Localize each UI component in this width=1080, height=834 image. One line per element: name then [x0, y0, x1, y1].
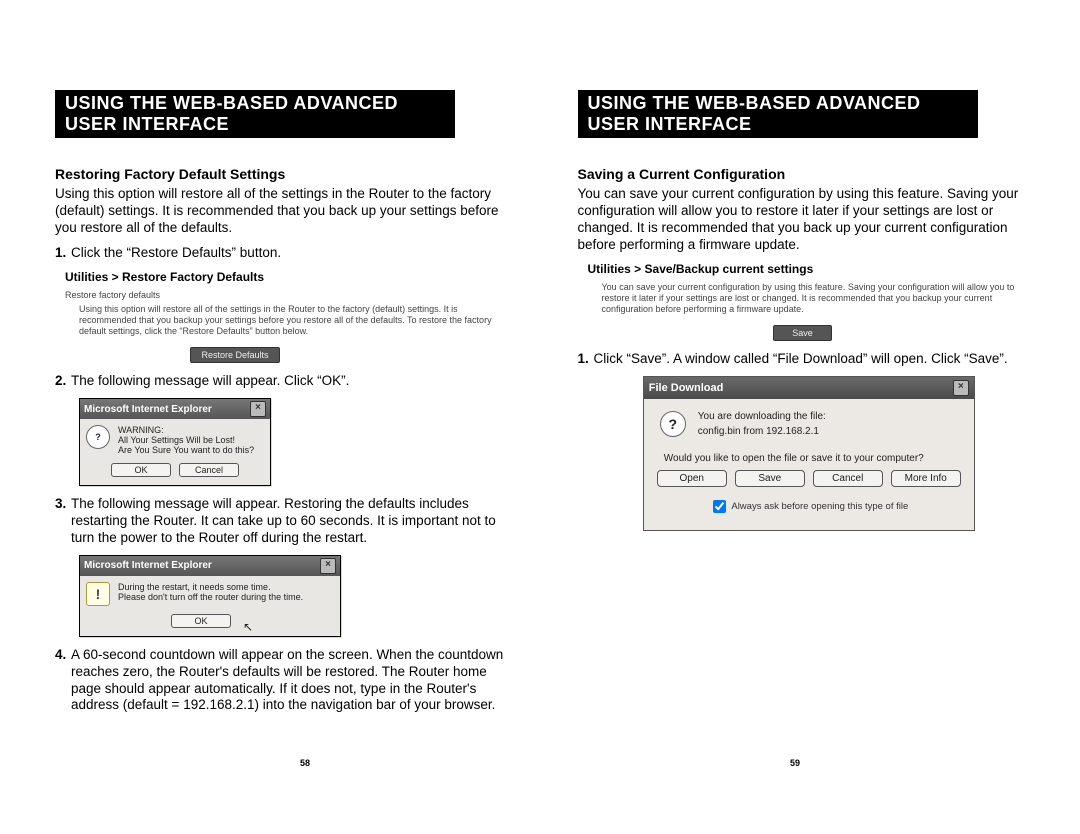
ie-warning-line2: All Your Settings Will be Lost! [118, 435, 254, 445]
manual-two-page-spread: USING THE WEB-BASED ADVANCED USER INTERF… [0, 0, 1080, 834]
file-download-text: You are downloading the file: config.bin… [698, 411, 826, 437]
right-steps: 1.Click “Save”. A window called “File Do… [578, 351, 1041, 368]
left-step-1-text: Click the “Restore Defaults” button. [71, 245, 281, 260]
ie-warning-text: WARNING: All Your Settings Will be Lost!… [118, 425, 254, 455]
right-step-1-text: Click “Save”. A window called “File Down… [594, 351, 1008, 366]
always-ask-checkbox[interactable] [713, 500, 726, 513]
page-number-left: 58 [300, 758, 310, 768]
columns: USING THE WEB-BASED ADVANCED USER INTERF… [55, 90, 1040, 722]
ie-warning-line1: WARNING: [118, 425, 254, 435]
left-step-1: 1.Click the “Restore Defaults” button. [55, 245, 518, 262]
rp-btn-wrap: Restore Defaults [65, 345, 405, 363]
file-download-titlebar: File Download × [644, 377, 974, 399]
left-step-4: 4.A 60-second countdown will appear on t… [55, 647, 518, 715]
left-steps-4: 4.A 60-second countdown will appear on t… [55, 647, 518, 715]
left-step-3: 3.The following message will appear. Res… [55, 496, 518, 547]
cancel-button[interactable]: Cancel [813, 470, 883, 487]
always-ask-row: Always ask before opening this type of f… [660, 497, 958, 516]
ie-warning-line3: Are You Sure You want to do this? [118, 445, 254, 455]
warning-icon: ! [86, 582, 110, 606]
right-banner: USING THE WEB-BASED ADVANCED USER INTERF… [578, 90, 978, 138]
ie-warning-body: ? WARNING: All Your Settings Will be Los… [80, 419, 270, 485]
page-number-right: 59 [790, 758, 800, 768]
ok-button[interactable]: OK [111, 463, 171, 477]
ok-button[interactable]: OK [171, 614, 231, 628]
open-button[interactable]: Open [657, 470, 727, 487]
cursor-arrow-icon: ↖ [243, 620, 253, 634]
question-icon: ? [660, 411, 686, 437]
close-icon[interactable]: × [953, 380, 969, 396]
ie-restart-titlebar: Microsoft Internet Explorer × [80, 556, 340, 576]
ie-warning-dialog: Microsoft Internet Explorer × ? WARNING:… [79, 398, 271, 486]
left-banner: USING THE WEB-BASED ADVANCED USER INTERF… [55, 90, 455, 138]
left-intro: Using this option will restore all of th… [55, 186, 518, 237]
restore-defaults-panel: Utilities > Restore Factory Defaults Res… [65, 270, 518, 364]
file-download-line1: You are downloading the file: [698, 411, 826, 422]
right-step-1: 1.Click “Save”. A window called “File Do… [578, 351, 1041, 368]
left-step-2: 2.The following message will appear. Cli… [55, 373, 518, 390]
right-column: USING THE WEB-BASED ADVANCED USER INTERF… [578, 90, 1041, 722]
file-download-prompt: Would you like to open the file or save … [664, 453, 958, 464]
file-download-title: File Download [649, 382, 724, 394]
left-column: USING THE WEB-BASED ADVANCED USER INTERF… [55, 90, 518, 722]
ie-restart-line2: Please don't turn off the router during … [118, 592, 303, 602]
ie-restart-text: During the restart, it needs some time. … [118, 582, 303, 602]
ie-warning-titlebar: Microsoft Internet Explorer × [80, 399, 270, 419]
always-ask-label: Always ask before opening this type of f… [731, 501, 908, 512]
close-icon[interactable]: × [320, 558, 336, 574]
ie-restart-title: Microsoft Internet Explorer [84, 560, 212, 571]
rp-desc-right: You can save your current configuration … [602, 282, 1032, 316]
rp-title-right: Utilities > Save/Backup current settings [588, 262, 1041, 276]
rp-sub: Restore factory defaults [65, 290, 518, 300]
rp-desc: Using this option will restore all of th… [79, 304, 499, 338]
ie-restart-dialog: Microsoft Internet Explorer × ! During t… [79, 555, 341, 637]
right-intro: You can save your current configuration … [578, 186, 1041, 254]
ie-warning-title: Microsoft Internet Explorer [84, 404, 212, 415]
right-section-title: Saving a Current Configuration [578, 166, 1041, 182]
ie-restart-line1: During the restart, it needs some time. [118, 582, 303, 592]
file-download-body: ? You are downloading the file: config.b… [644, 399, 974, 530]
left-steps-2: 2.The following message will appear. Cli… [55, 373, 518, 390]
left-step-4-text: A 60-second countdown will appear on the… [71, 647, 503, 713]
ie-restart-body: ! During the restart, it needs some time… [80, 576, 340, 636]
left-section-title: Restoring Factory Default Settings [55, 166, 518, 182]
save-backup-panel: Utilities > Save/Backup current settings… [588, 262, 1041, 342]
more-info-button[interactable]: More Info [891, 470, 961, 487]
save-button[interactable]: Save [773, 325, 832, 341]
left-steps-3: 3.The following message will appear. Res… [55, 496, 518, 547]
cancel-button[interactable]: Cancel [179, 463, 239, 477]
question-icon: ? [86, 425, 110, 449]
rp-title: Utilities > Restore Factory Defaults [65, 270, 518, 284]
save-file-button[interactable]: Save [735, 470, 805, 487]
close-icon[interactable]: × [250, 401, 266, 417]
restore-defaults-button[interactable]: Restore Defaults [190, 347, 279, 363]
left-steps: 1.Click the “Restore Defaults” button. [55, 245, 518, 262]
left-step-3-text: The following message will appear. Resto… [71, 496, 496, 545]
file-download-line2: config.bin from 192.168.2.1 [698, 426, 826, 437]
left-step-2-text: The following message will appear. Click… [71, 373, 349, 388]
file-download-dialog: File Download × ? You are downloading th… [643, 376, 975, 531]
